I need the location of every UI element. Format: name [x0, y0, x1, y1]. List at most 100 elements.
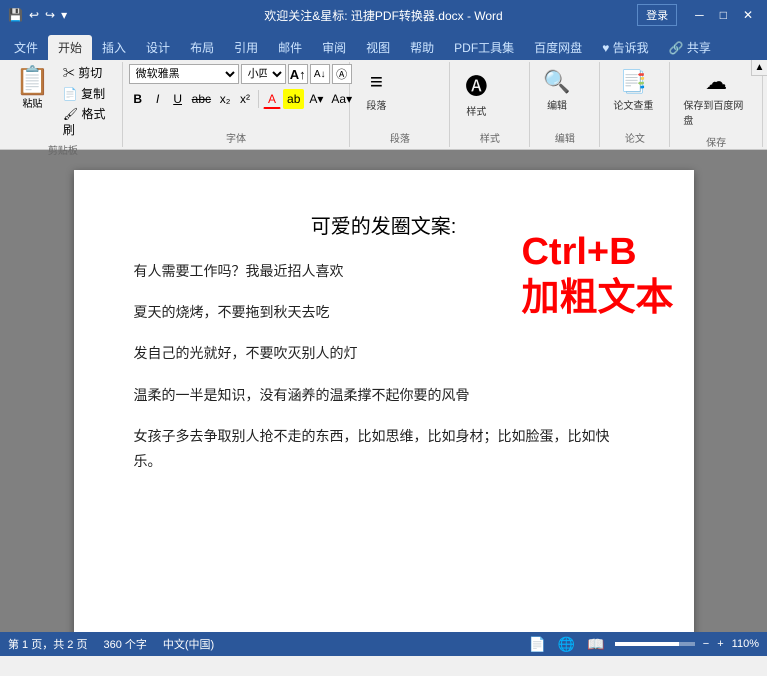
word-count: 360 个字 [103, 636, 146, 652]
clipboard-content: 📋 粘贴 ✂ 剪切 📄 复制 🖌 格式刷 [10, 64, 116, 140]
tab-review[interactable]: 审阅 [312, 35, 356, 60]
subscript-button[interactable]: x₂ [216, 89, 234, 109]
save-section: ☁ 保存到百度网盘 保存 [670, 62, 763, 147]
zoom-plus-button[interactable]: + [717, 638, 723, 650]
paste-button[interactable]: 📋 粘贴 [10, 64, 55, 113]
thesis-section: 📑 论文查重 论文 [600, 62, 670, 147]
zoom-minus-button[interactable]: − [703, 638, 709, 650]
font-section: 微软雅黑 小四 四号 三号 A↑ A↓ Ⓐ B I U abc x₂ x² A [123, 62, 351, 147]
edit-button[interactable]: 🔍 编辑 [536, 64, 577, 117]
tab-view[interactable]: 视图 [356, 35, 400, 60]
ribbon-collapse-button[interactable]: ▲ [751, 60, 767, 76]
paragraph-section: ≡ 段落 段落 [350, 62, 450, 147]
document-area: 可爱的发圈文案: 有人需要工作吗？我最近招人喜欢 夏天的烧烤，不要拖到秋天去吃 … [0, 150, 767, 632]
highlight-button[interactable]: ab [283, 89, 304, 109]
superscript-button[interactable]: x² [236, 89, 254, 109]
edit-section-label: 编辑 [536, 130, 593, 145]
ctrl-b-overlay: Ctrl+B 加粗文本 [521, 230, 673, 321]
bold-button[interactable]: B [129, 89, 147, 109]
paste-label: 粘贴 [22, 95, 42, 110]
paragraph-icon: ≡ [370, 69, 383, 95]
cut-button[interactable]: ✂ 剪切 [59, 64, 116, 84]
status-bar: 第 1 页，共 2 页 360 个字 中文(中国) 📄 🌐 📖 − + 110% [0, 632, 767, 656]
tab-help[interactable]: 帮助 [400, 35, 444, 60]
tab-pdf[interactable]: PDF工具集 [444, 35, 524, 60]
redo-icon[interactable]: ↪ [45, 8, 55, 22]
undo-icon[interactable]: ↩ [29, 8, 39, 22]
doc-line-4: 温柔的一半是知识，没有涵养的温柔撑不起你要的风骨 [134, 383, 634, 408]
clipboard-small-buttons: ✂ 剪切 📄 复制 🖌 格式刷 [59, 64, 116, 140]
restore-button[interactable]: □ [714, 6, 733, 24]
paragraph-button[interactable]: ≡ 段落 [356, 64, 396, 117]
style-icon: 🅐 [465, 69, 487, 101]
title-bar: 💾 ↩ ↪ ▾ 欢迎关注&星标: 迅捷PDF转换器.docx - Word 登录… [0, 0, 767, 30]
tab-home[interactable]: 开始 [48, 35, 92, 60]
font-name-select[interactable]: 微软雅黑 [129, 64, 239, 84]
thesis-content: 📑 论文查重 [606, 64, 660, 128]
page-info: 第 1 页，共 2 页 [8, 636, 87, 652]
thesis-check-button[interactable]: 📑 论文查重 [606, 64, 660, 117]
style-section: 🅐 样式 样式 [450, 62, 530, 147]
underline-button[interactable]: U [169, 89, 187, 109]
read-view-button[interactable]: 📖 [585, 636, 606, 653]
italic-button[interactable]: I [149, 89, 167, 109]
style-content: 🅐 样式 [456, 64, 496, 128]
login-button[interactable]: 登录 [637, 4, 677, 26]
paragraph-content: ≡ 段落 [356, 64, 396, 128]
close-button[interactable]: ✕ [737, 6, 759, 24]
tab-file[interactable]: 文件 [4, 35, 48, 60]
tab-design[interactable]: 设计 [136, 35, 180, 60]
tab-baidu[interactable]: 百度网盘 [524, 35, 592, 60]
overlay-line2: 加粗文本 [521, 276, 673, 322]
save-baidu-label: 保存到百度网盘 [683, 97, 749, 127]
font-color-button[interactable]: A [263, 89, 281, 109]
ribbon: 📋 粘贴 ✂ 剪切 📄 复制 🖌 格式刷 剪贴板 微软雅黑 小四 四号 三号 [0, 60, 767, 150]
title-bar-controls: 登录 ─ □ ✕ [637, 4, 759, 26]
thesis-section-label: 论文 [606, 130, 663, 145]
style-label: 样式 [466, 103, 486, 118]
copy-button[interactable]: 📄 复制 [59, 85, 116, 105]
font-name-row: 微软雅黑 小四 四号 三号 A↑ A↓ Ⓐ [129, 64, 355, 84]
tab-insert[interactable]: 插入 [92, 35, 136, 60]
tab-references[interactable]: 引用 [224, 35, 268, 60]
zoom-slider[interactable] [615, 642, 695, 646]
save-baidu-button[interactable]: ☁ 保存到百度网盘 [676, 64, 756, 132]
edit-section: 🔍 编辑 编辑 [530, 62, 600, 147]
minimize-button[interactable]: ─ [689, 6, 710, 24]
edit-content: 🔍 编辑 [536, 64, 577, 128]
clipboard-label: 剪贴板 [10, 142, 116, 157]
tab-mailings[interactable]: 邮件 [268, 35, 312, 60]
grow-font-button[interactable]: A↑ [288, 64, 308, 84]
tab-share[interactable]: 🔗 共享 [659, 35, 721, 60]
divider [258, 90, 259, 108]
save-section-label: 保存 [676, 134, 756, 149]
strikethrough-button[interactable]: abc [189, 89, 214, 109]
font-size-select[interactable]: 小四 四号 三号 [241, 64, 286, 84]
tab-tell[interactable]: ♥ 告诉我 [592, 35, 658, 60]
language: 中文(中国) [163, 636, 214, 652]
word-icon: 💾 [8, 8, 23, 22]
paragraph-section-label: 段落 [356, 130, 443, 145]
save-baidu-icon: ☁ [705, 69, 727, 95]
shrink-font-button[interactable]: A↓ [310, 64, 330, 84]
web-view-button[interactable]: 🌐 [556, 636, 577, 653]
style-button[interactable]: 🅐 样式 [456, 64, 496, 123]
format-buttons-row: B I U abc x₂ x² A ab A▾ Aa▾ [129, 89, 355, 109]
print-view-button[interactable]: 📄 [526, 636, 547, 653]
zoom-slider-fill [615, 642, 679, 646]
doc-line-5: 女孩子多去争取别人抢不走的东西，比如思维，比如身材；比如脸蛋，比如快乐。 [134, 424, 634, 474]
clear-format-button[interactable]: Ⓐ [332, 64, 352, 84]
style-section-label: 样式 [456, 130, 523, 145]
status-bar-right: 📄 🌐 📖 − + 110% [526, 636, 759, 653]
thesis-check-label: 论文查重 [613, 97, 653, 112]
customize-icon[interactable]: ▾ [61, 8, 67, 22]
font-color2-button[interactable]: A▾ [306, 89, 326, 109]
tab-layout[interactable]: 布局 [180, 35, 224, 60]
zoom-level: 110% [732, 638, 759, 650]
title-bar-left: 💾 ↩ ↪ ▾ [8, 8, 67, 22]
overlay-line1: Ctrl+B [521, 230, 673, 276]
document-page[interactable]: 可爱的发圈文案: 有人需要工作吗？我最近招人喜欢 夏天的烧烤，不要拖到秋天去吃 … [74, 170, 694, 632]
title-bar-title: 欢迎关注&星标: 迅捷PDF转换器.docx - Word [264, 7, 502, 24]
format-painter-button[interactable]: 🖌 格式刷 [59, 105, 116, 140]
paste-icon: 📋 [15, 67, 50, 95]
